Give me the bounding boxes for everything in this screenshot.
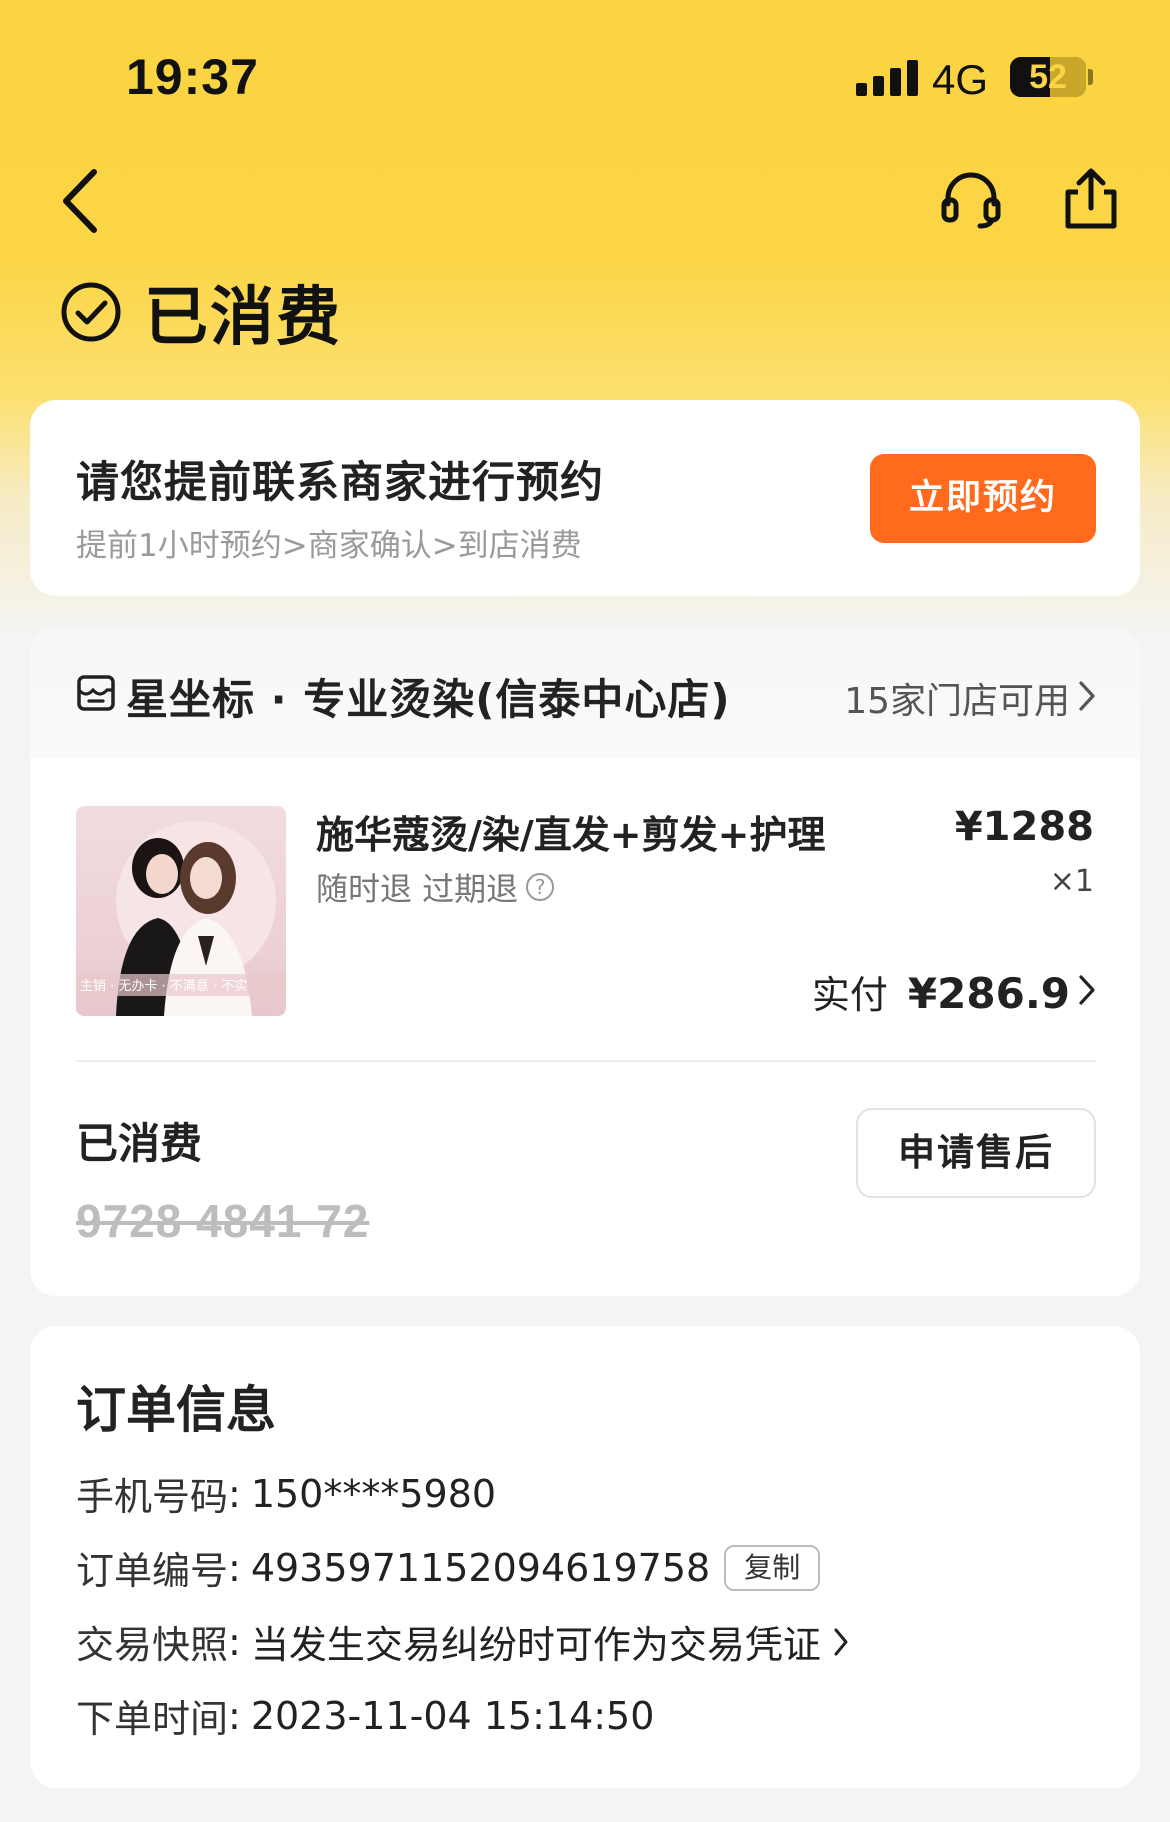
order-status: 已消费 xyxy=(60,272,342,355)
signal-icon xyxy=(856,60,926,96)
order-card: 星坐标 · 专业烫染(信泰中心店) 15家门店可用 主销 · 无办卡 · 不满意… xyxy=(30,628,1140,1296)
info-value: 4935971152094619758 xyxy=(250,1545,711,1590)
info-key: 订单编号 xyxy=(76,1549,229,1593)
reserve-title: 请您提前联系商家进行预约 xyxy=(76,458,604,508)
store-icon xyxy=(77,675,115,711)
info-row-phone: 手机号码: 150****5980 xyxy=(76,1466,496,1521)
store-availability[interactable]: 15家门店可用 xyxy=(844,672,1070,724)
info-value: 当发生交易纠纷时可作为交易凭证 xyxy=(250,1623,821,1667)
product-price: ¥1288 xyxy=(954,804,1094,850)
divider xyxy=(76,1060,1096,1062)
info-key: 交易快照 xyxy=(76,1623,229,1667)
battery-level: 52 xyxy=(1029,58,1067,96)
after-sale-button[interactable]: 申请售后 xyxy=(856,1108,1096,1198)
chevron-left-icon[interactable] xyxy=(56,166,106,236)
chevron-right-icon[interactable] xyxy=(1078,974,1096,1006)
chevron-right-icon xyxy=(834,1628,848,1655)
info-value: 150****5980 xyxy=(250,1471,497,1516)
voucher-code: 9728 4841 72 xyxy=(76,1195,370,1247)
status-bar: 19:37 4G 52 xyxy=(0,0,1170,150)
reserve-subtitle: 提前1小时预约>商家确认>到店消费 xyxy=(76,528,582,564)
product-image[interactable]: 主销 · 无办卡 · 不满意 · 不实 xyxy=(76,806,286,1016)
product-quantity: ×1 xyxy=(1049,864,1094,899)
chevron-right-icon xyxy=(1079,681,1095,711)
reserve-now-button[interactable]: 立即预约 xyxy=(870,454,1096,543)
info-row-order-number: 订单编号: 4935971152094619758 复制 xyxy=(76,1540,821,1595)
info-key: 手机号码 xyxy=(76,1475,229,1519)
paid-value: ¥286.9 xyxy=(907,969,1070,1018)
order-status-title: 已消费 xyxy=(144,281,342,355)
copy-button[interactable]: 复制 xyxy=(724,1544,821,1591)
info-row-snapshot[interactable]: 交易快照: 当发生交易纠纷时可作为交易凭证 xyxy=(76,1614,849,1669)
reserve-card: 请您提前联系商家进行预约 提前1小时预约>商家确认>到店消费 立即预约 xyxy=(30,400,1140,596)
voucher-status: 已消费 xyxy=(76,1119,203,1168)
paid-label: 实付 xyxy=(811,973,888,1017)
store-name: 星坐标 · 专业烫染(信泰中心店) xyxy=(126,675,731,724)
product-name[interactable]: 施华蔻烫/染/直发+剪发+护理 xyxy=(316,804,825,859)
headset-icon[interactable] xyxy=(940,168,1002,230)
info-row-order-time: 下单时间: 2023-11-04 15:14:50 xyxy=(76,1688,654,1743)
order-info-card: 订单信息 手机号码: 150****5980 订单编号: 49359711520… xyxy=(30,1326,1140,1788)
product-tags: 随时退 过期退 ? xyxy=(316,864,555,910)
info-key: 下单时间 xyxy=(76,1697,229,1741)
help-icon[interactable]: ? xyxy=(526,873,555,901)
battery-icon: 52 xyxy=(1010,57,1086,97)
paid-amount[interactable]: 实付 ¥286.9 xyxy=(812,964,1070,1019)
svg-text:主销 · 无办卡 · 不满意 · 不实: 主销 · 无办卡 · 不满意 · 不实 xyxy=(80,978,247,994)
check-circle-icon xyxy=(61,282,121,342)
order-info-title: 订单信息 xyxy=(76,1381,276,1439)
share-icon[interactable] xyxy=(1060,166,1122,232)
info-value: 2023-11-04 15:14:50 xyxy=(250,1693,655,1738)
refund-tags: 随时退 过期退 xyxy=(316,870,519,908)
status-time: 19:37 xyxy=(126,49,259,105)
store-row[interactable]: 星坐标 · 专业烫染(信泰中心店) 15家门店可用 xyxy=(30,628,1140,758)
network-type: 4G xyxy=(932,56,989,103)
battery-tip xyxy=(1088,69,1093,85)
